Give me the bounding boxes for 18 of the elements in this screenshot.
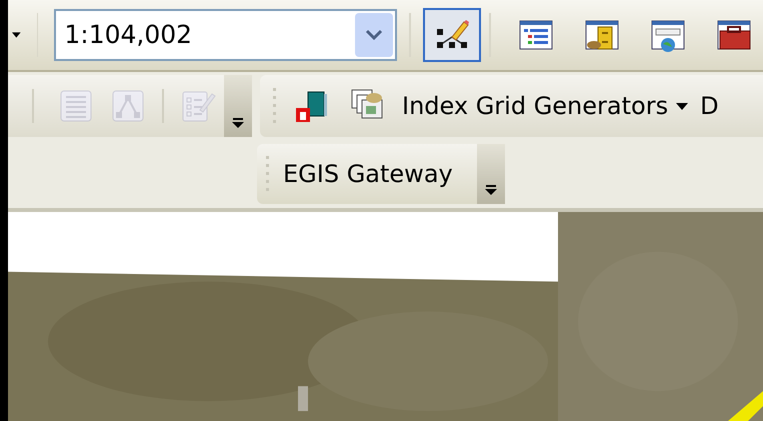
toolbar-title: EGIS Gateway	[283, 159, 454, 190]
index-grid-menu[interactable]: Index Grid Generators	[402, 88, 688, 124]
toolbar-options-button[interactable]	[476, 144, 505, 204]
toolbar-label[interactable]: D	[700, 88, 719, 124]
scale-combo-box[interactable]: 1:104,002	[54, 9, 398, 61]
toolbar-options-button[interactable]	[224, 75, 252, 137]
caret-icon	[676, 102, 688, 110]
dropdown-arrow-icon[interactable]	[12, 32, 21, 38]
chevron-down-icon	[231, 117, 245, 129]
toolbar-grip[interactable]	[265, 154, 271, 194]
chevron-down-icon	[365, 29, 384, 41]
table-icon	[58, 88, 94, 124]
toolbar-button[interactable]	[423, 8, 482, 62]
chevron-down-icon	[484, 184, 498, 196]
toolbar-grip[interactable]	[272, 86, 278, 126]
scale-value: 1:104,002	[64, 19, 194, 52]
vertex-icon	[110, 88, 146, 124]
dropdown-button[interactable]	[355, 13, 394, 57]
